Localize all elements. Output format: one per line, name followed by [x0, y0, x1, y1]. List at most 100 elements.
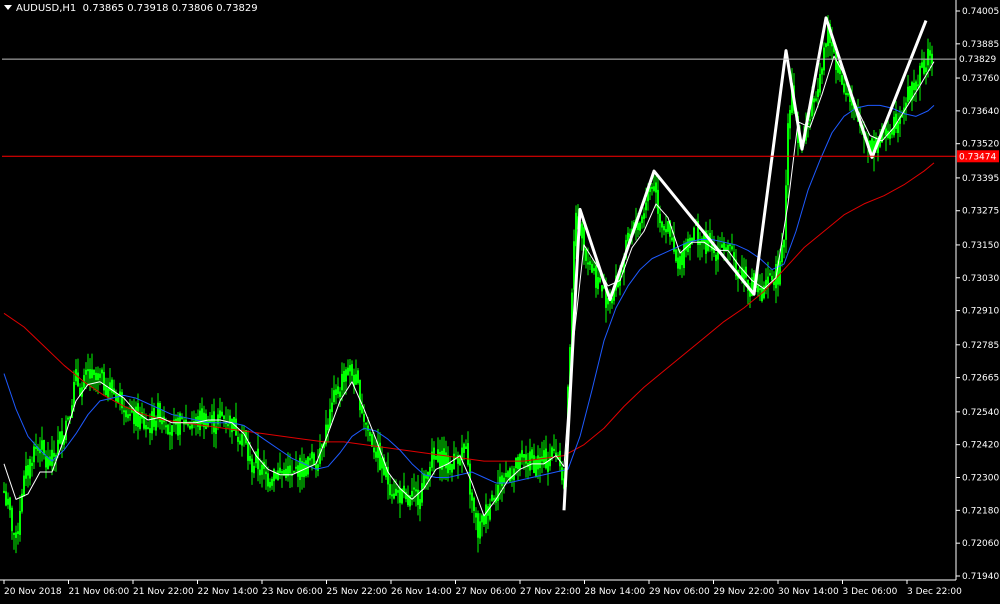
candle-body — [375, 451, 377, 458]
menu-triangle-icon[interactable] — [4, 5, 12, 10]
candle-body — [547, 461, 549, 472]
candle-body — [215, 426, 217, 435]
candle-body — [357, 370, 359, 384]
candle-body — [101, 369, 103, 374]
y-tick-label: 0.72420 — [962, 441, 999, 451]
candle-body — [429, 466, 431, 476]
candle-body — [125, 410, 127, 418]
candle-body — [157, 402, 159, 420]
candle-body — [339, 391, 341, 397]
y-tick-label: 0.73520 — [962, 140, 999, 150]
candle-body — [97, 373, 99, 381]
candle-body — [575, 212, 577, 247]
x-tick-label: 3 Dec 22:00 — [907, 587, 962, 597]
candle-body — [421, 483, 423, 503]
candle-body — [365, 422, 367, 425]
candle-body — [247, 442, 249, 461]
candle-body — [481, 515, 483, 523]
y-tick-label: 0.72910 — [962, 307, 999, 317]
candle-body — [105, 385, 107, 396]
candle-body — [871, 138, 873, 152]
candle-body — [23, 475, 25, 497]
candle-body — [435, 455, 437, 460]
candle-body — [3, 490, 5, 493]
candle-body — [123, 410, 125, 413]
candle-body — [85, 369, 87, 375]
candle-body — [273, 469, 275, 482]
candle-body — [31, 462, 33, 466]
y-tick-label: 0.73395 — [962, 174, 999, 184]
candle-body — [529, 451, 531, 471]
candle-body — [581, 223, 583, 239]
candle-body — [685, 242, 687, 251]
candle-body — [313, 453, 315, 465]
x-tick-label: 27 Nov 06:00 — [456, 587, 517, 597]
candle-body — [49, 456, 51, 466]
candle-body — [191, 424, 193, 429]
candle-body — [107, 388, 109, 399]
candle-body — [73, 382, 75, 407]
candle-body — [143, 417, 145, 429]
candle-body — [551, 447, 553, 457]
candle-body — [425, 474, 427, 479]
candle-body — [237, 436, 239, 442]
price-chart-svg[interactable]: 0.74005 0.73885 0.73760 0.73640 0.73520 0.733… — [0, 0, 1000, 600]
candle-body — [449, 463, 451, 471]
y-tick-label: 0.72665 — [962, 374, 999, 384]
candle-body — [913, 82, 915, 91]
candle-body — [715, 254, 717, 261]
candle-body — [221, 411, 223, 416]
x-tick-label: 3 Dec 06:00 — [843, 587, 898, 597]
candle-body — [643, 213, 645, 219]
candle-body — [769, 273, 771, 276]
candle-body — [345, 369, 347, 382]
candle-body — [507, 471, 509, 478]
candle-body — [359, 379, 361, 411]
chart-header: AUDUSD,H1 0.73865 0.73918 0.73806 0.7382… — [4, 3, 258, 14]
candle-body — [927, 48, 929, 66]
candle-body — [35, 446, 37, 449]
y-tick-label: 0.72540 — [962, 408, 999, 418]
candle-body — [25, 465, 27, 479]
candle-body — [241, 434, 243, 446]
candle-body — [517, 456, 519, 470]
candle-body — [841, 75, 843, 85]
chart-area[interactable]: 0.74005 0.73885 0.73760 0.73640 0.73520 0.733… — [0, 0, 1000, 600]
candle-body — [329, 409, 331, 428]
candle-body — [95, 372, 97, 381]
candle-body — [373, 447, 375, 453]
candle-body — [645, 202, 647, 211]
candle-body — [683, 243, 685, 268]
candle-body — [411, 490, 413, 497]
candle-body — [885, 128, 887, 136]
candle-body — [929, 50, 931, 56]
candle-body — [821, 68, 823, 75]
candle-body — [787, 123, 789, 186]
candle-body — [67, 417, 69, 420]
candle-body — [813, 98, 815, 103]
candle-body — [11, 507, 13, 532]
x-tick-label: 29 Nov 06:00 — [649, 587, 710, 597]
candle-body — [419, 499, 421, 510]
candle-body — [593, 268, 595, 271]
candle-body — [573, 241, 575, 290]
candle-body — [759, 288, 761, 291]
x-tick-label: 20 Nov 2018 — [4, 587, 62, 597]
candle-body — [135, 406, 137, 426]
candle-body — [559, 450, 561, 467]
candle-body — [561, 467, 563, 481]
candle-body — [621, 270, 623, 273]
y-tick-label: 0.72180 — [962, 506, 999, 516]
candle-body — [265, 471, 267, 475]
candle-body — [9, 497, 11, 511]
candle-body — [381, 457, 383, 469]
candle-body — [585, 248, 587, 261]
candle-body — [831, 42, 833, 47]
candle-body — [293, 470, 295, 473]
candle-body — [817, 89, 819, 97]
candle-body — [27, 465, 29, 476]
candle-body — [177, 417, 179, 436]
candle-body — [595, 265, 597, 288]
candle-body — [275, 472, 277, 479]
candle-body — [521, 450, 523, 458]
